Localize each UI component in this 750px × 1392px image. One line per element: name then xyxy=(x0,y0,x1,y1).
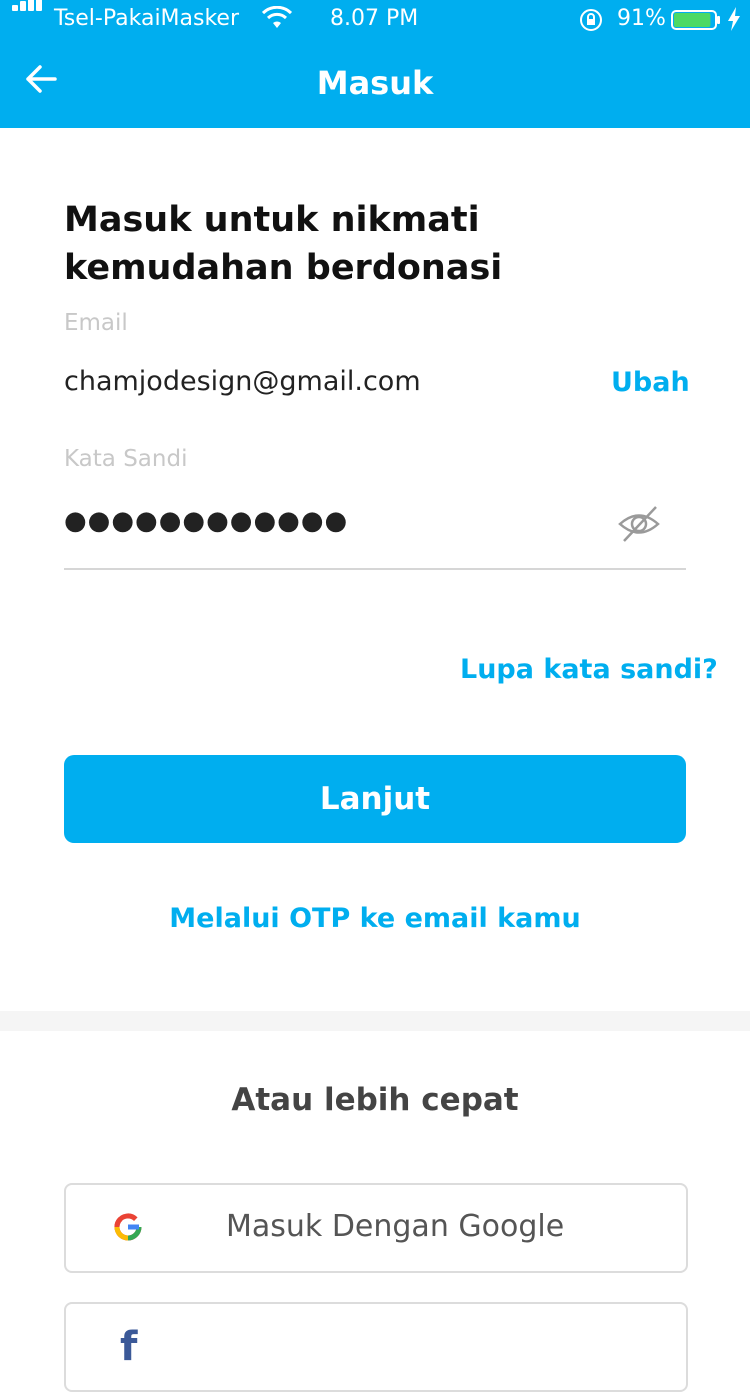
wifi-icon xyxy=(262,6,292,28)
orientation-lock-icon xyxy=(580,9,602,31)
charging-icon xyxy=(728,7,740,31)
otp-email-link[interactable]: Melalui OTP ke email kamu xyxy=(0,903,750,934)
app-header: Tsel-PakaiMasker 8.07 PM 91% Masuk xyxy=(0,0,750,128)
facebook-login-button[interactable]: f xyxy=(64,1302,688,1392)
email-label: Email xyxy=(64,310,128,336)
carrier-name: Tsel-PakaiMasker xyxy=(54,6,240,31)
google-login-label: Masuk Dengan Google xyxy=(226,1209,565,1244)
page-title: Masuk xyxy=(316,64,434,102)
login-heading: Masuk untuk nikmati kemudahan berdonasi xyxy=(64,200,503,288)
forgot-password-link[interactable]: Lupa kata sandi? xyxy=(460,654,718,685)
password-underline xyxy=(64,568,686,570)
section-divider xyxy=(0,1011,750,1031)
continue-button[interactable]: Lanjut xyxy=(64,755,686,843)
battery-icon xyxy=(671,10,720,30)
change-email-link[interactable]: Ubah xyxy=(611,367,690,398)
eye-slash-icon[interactable] xyxy=(616,501,662,547)
clock: 8.07 PM xyxy=(330,6,419,31)
alternative-heading: Atau lebih cepat xyxy=(231,1082,519,1118)
password-field[interactable]: ●●●●●●●●●●●● xyxy=(64,506,348,536)
google-login-button[interactable]: Masuk Dengan Google xyxy=(64,1183,688,1273)
password-label: Kata Sandi xyxy=(64,446,188,472)
email-field[interactable]: chamjodesign@gmail.com xyxy=(64,366,421,397)
battery-percent: 91% xyxy=(617,6,666,31)
facebook-icon: f xyxy=(120,1324,138,1370)
status-bar: Tsel-PakaiMasker 8.07 PM 91% xyxy=(0,0,750,40)
google-icon xyxy=(114,1213,142,1241)
